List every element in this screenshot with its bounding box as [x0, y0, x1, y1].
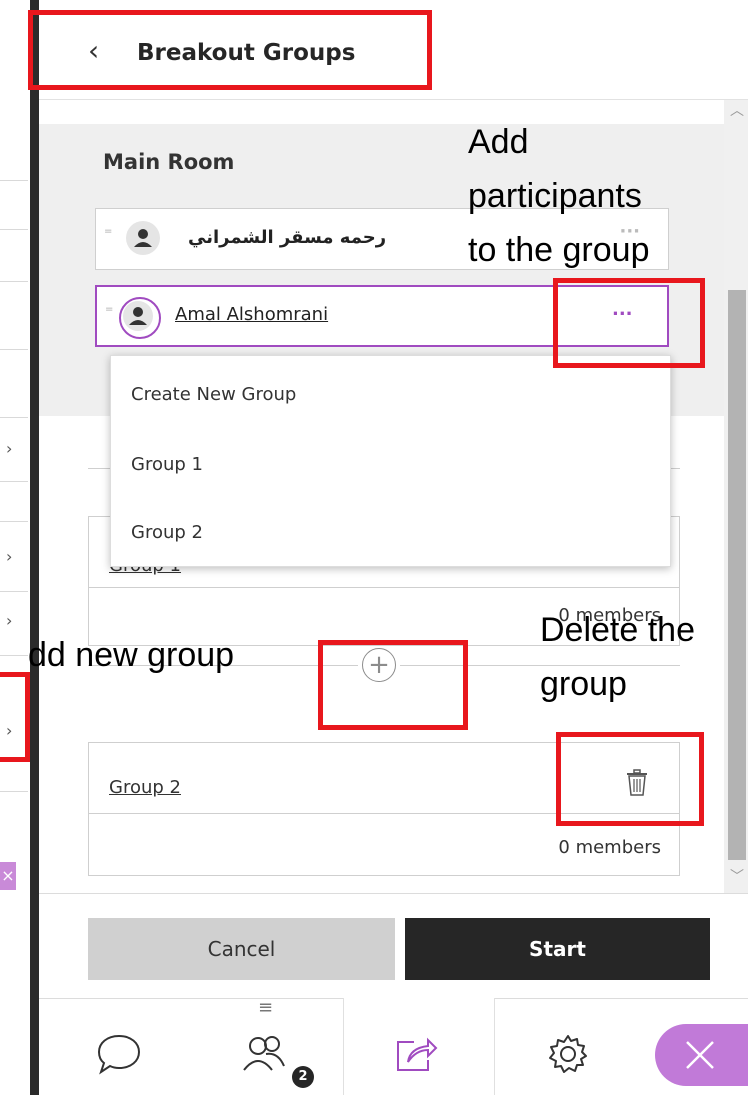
close-icon[interactable]: ×	[0, 862, 16, 890]
chevron-right-icon[interactable]: ›	[6, 547, 20, 567]
group-assign-menu: Create New Group Group 1 Group 2	[110, 355, 671, 567]
share-content-icon[interactable]	[392, 1032, 440, 1076]
annotation-line: participants	[468, 177, 642, 215]
participant-name: رحمه مسقر الشمراني	[188, 227, 387, 248]
member-count: 0 members	[558, 837, 661, 858]
divider	[0, 281, 28, 282]
drag-handle-icon[interactable]: =	[104, 227, 114, 237]
divider	[89, 587, 679, 588]
main-room-title: Main Room	[103, 150, 235, 174]
divider	[0, 521, 28, 522]
annotation-box	[553, 278, 705, 368]
divider	[0, 591, 28, 592]
annotation-add-participants: Add participants to the group	[468, 115, 649, 277]
attendees-count-badge: 2	[292, 1066, 314, 1088]
cancel-button[interactable]: Cancel	[88, 918, 395, 980]
divider	[0, 481, 28, 482]
divider	[0, 229, 28, 230]
attendees-icon[interactable]	[240, 1034, 296, 1078]
annotation-line: to the group	[468, 231, 650, 269]
annotation-box	[318, 640, 468, 730]
menu-item-group-2[interactable]: Group 2	[131, 522, 203, 543]
panel-separator	[30, 0, 39, 1095]
menu-item-create-new-group[interactable]: Create New Group	[131, 384, 296, 405]
annotation-box	[556, 732, 704, 826]
drag-handle-icon[interactable]: ≡	[258, 999, 278, 1017]
divider	[0, 349, 28, 350]
annotation-line: group	[540, 665, 627, 703]
annotation-line: Delete the	[540, 611, 695, 649]
background-panel: › › › ›	[0, 180, 28, 895]
menu-item-group-1[interactable]: Group 1	[131, 454, 203, 475]
participant-name: Amal Alshomrani	[175, 304, 329, 325]
gear-icon[interactable]	[546, 1032, 590, 1076]
scrollbar-thumb[interactable]	[728, 290, 746, 860]
scroll-down-icon[interactable]: ﹀	[730, 866, 744, 886]
group-name[interactable]: Group 2	[109, 777, 181, 798]
divider	[0, 655, 28, 656]
close-panel-button[interactable]	[655, 1024, 748, 1086]
avatar	[119, 297, 161, 339]
annotation-box	[0, 672, 30, 762]
annotation-delete-group: Delete the group	[540, 603, 695, 711]
chevron-right-icon[interactable]: ›	[6, 611, 20, 631]
divider	[0, 417, 28, 418]
annotation-box	[28, 10, 432, 90]
drag-handle-icon[interactable]: =	[105, 305, 115, 315]
scroll-up-icon[interactable]: ︿	[730, 100, 744, 120]
divider	[0, 791, 28, 792]
chat-icon[interactable]	[95, 1032, 143, 1076]
annotation-line: Add	[468, 123, 529, 161]
annotation-add-new-group: dd new group	[28, 636, 235, 674]
avatar	[126, 221, 160, 255]
chevron-right-icon[interactable]: ›	[6, 439, 20, 459]
start-button[interactable]: Start	[405, 918, 710, 980]
